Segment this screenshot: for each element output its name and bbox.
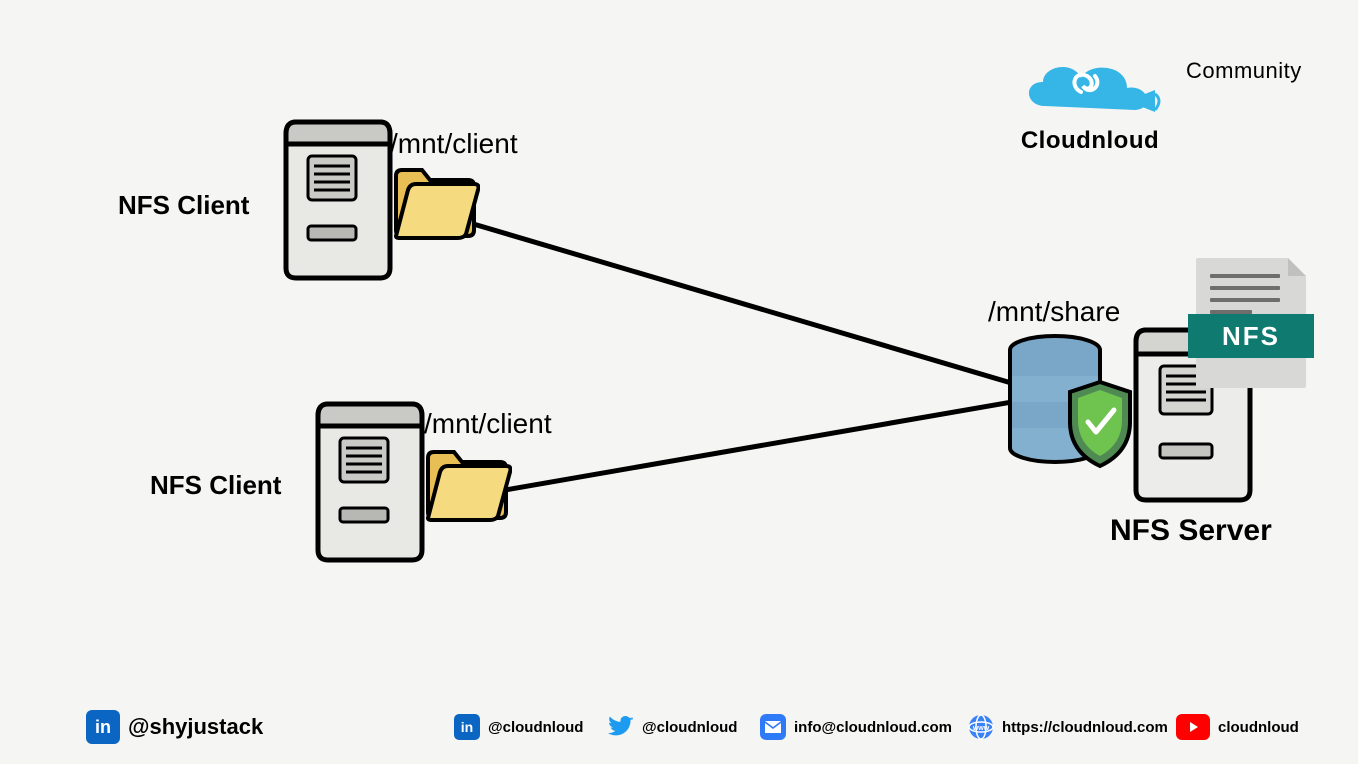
client-path-2: /mnt/client [424,408,552,440]
client-path-1: /mnt/client [390,128,518,160]
brand-name: Cloudnloud [1015,127,1165,155]
server-label: NFS Server [1110,514,1272,548]
footer-link-text: cloudnloud [1218,719,1299,736]
footer-link-text: https://cloudnloud.com [1002,719,1168,736]
footer-link-text: @cloudnloud [488,719,583,736]
footer-mail: info@cloudnloud.com [760,714,952,740]
footer-link-text: info@cloudnloud.com [794,719,952,736]
nfs-document-icon: NFS [1196,258,1306,388]
footer-twitter: @cloudnloud [608,714,737,740]
cloud-icon [1015,48,1165,126]
twitter-icon [608,714,634,740]
diagram-canvas: Cloudnloud Community NFS Client /mnt/cli… [0,0,1358,764]
footer-youtube: cloudnloud [1176,714,1299,740]
author-handle-block: in @shyjustack [86,710,263,744]
client-label-2: NFS Client [150,470,281,501]
database-shield-icon [1000,332,1140,482]
folder-icon-1 [390,160,480,240]
globe-icon: www [968,714,994,740]
brand-logo-block: Cloudnloud [1015,48,1165,155]
client-label-1: NFS Client [118,190,249,221]
mail-icon [760,714,786,740]
folder-icon-2 [422,442,512,522]
youtube-icon [1176,714,1210,740]
footer-link-text: @cloudnloud [642,719,737,736]
server-path: /mnt/share [988,296,1120,328]
linkedin-icon: in [454,714,480,740]
nfs-badge: NFS [1188,314,1314,358]
svg-text:www: www [972,725,990,732]
footer-linkedin: in @cloudnloud [454,714,583,740]
author-handle: @shyjustack [128,714,263,740]
footer-www: www https://cloudnloud.com [968,714,1168,740]
linkedin-icon: in [86,710,120,744]
tower-icon-1 [278,118,398,283]
brand-tag: Community [1186,58,1302,84]
tower-icon-2 [310,400,430,565]
